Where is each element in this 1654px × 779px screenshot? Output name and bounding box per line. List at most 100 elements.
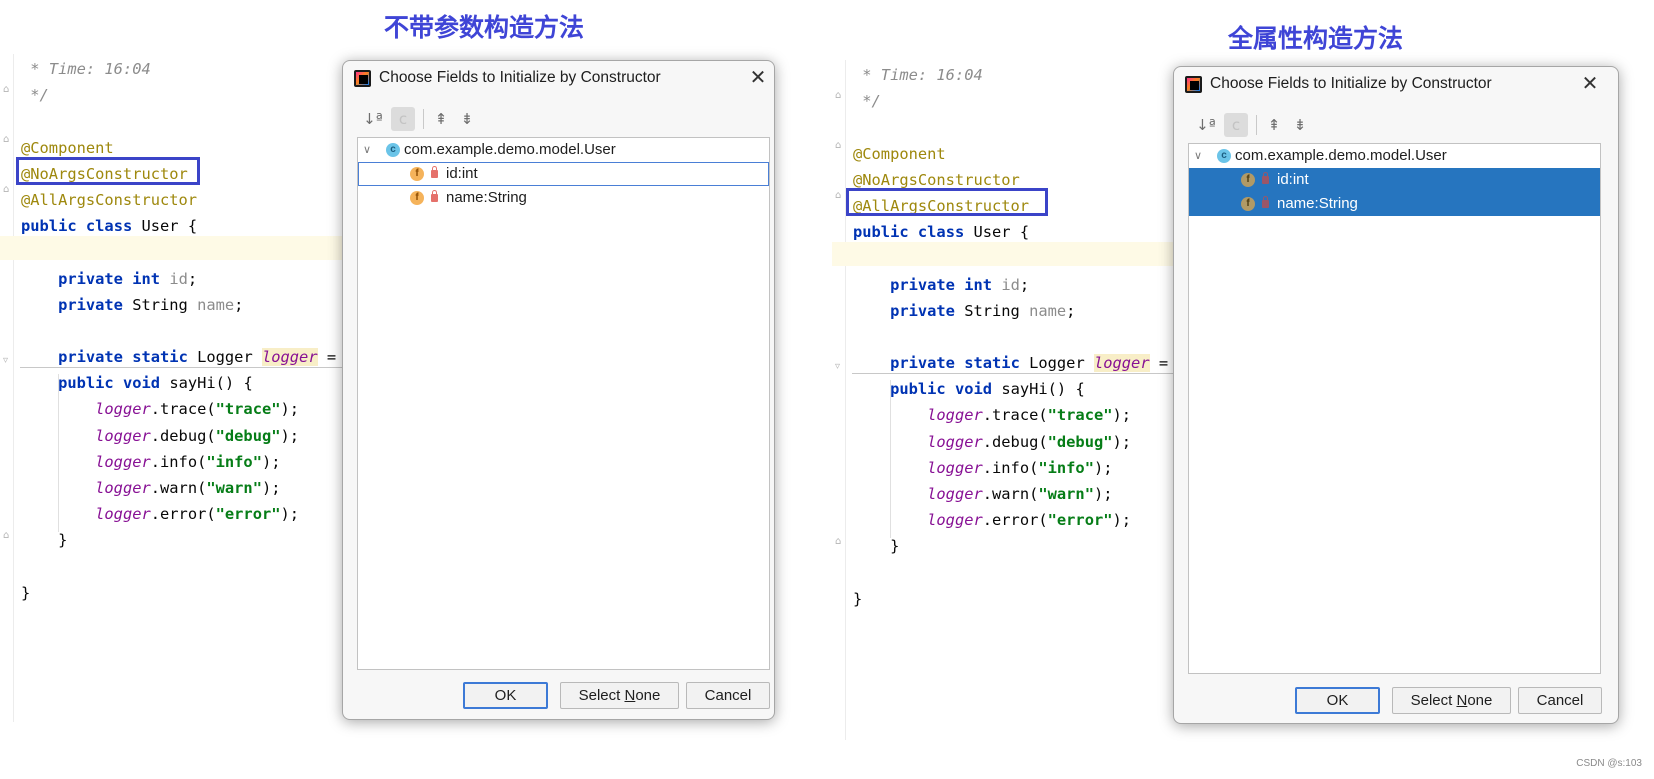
code-line: private int id; bbox=[853, 272, 1168, 298]
tree-row-class[interactable]: ∨ c com.example.demo.model.User bbox=[358, 138, 769, 162]
class-name: User { bbox=[132, 217, 198, 236]
punct: ; bbox=[1066, 301, 1076, 320]
method-sayhi: sayHi() { bbox=[992, 380, 1085, 399]
collapse-all-icon[interactable]: ⇟ bbox=[457, 107, 477, 131]
punct: ); bbox=[280, 505, 300, 524]
call: .trace( bbox=[982, 406, 1048, 425]
string-literal: "error" bbox=[1047, 511, 1113, 530]
punct: ); bbox=[1112, 406, 1132, 425]
keyword: int bbox=[132, 269, 161, 288]
field-id: id bbox=[169, 269, 188, 288]
fold-icon[interactable]: ⌂ bbox=[3, 184, 13, 196]
close-icon[interactable]: ✕ bbox=[1579, 72, 1601, 94]
brace: } bbox=[853, 589, 863, 608]
logger-var: logger bbox=[95, 505, 151, 524]
logger-var: logger bbox=[95, 426, 151, 445]
private-lock-icon bbox=[1262, 172, 1269, 184]
code-line: private String name; bbox=[21, 292, 336, 318]
expand-all-icon[interactable]: ⇞ bbox=[1264, 113, 1284, 137]
caption-no-args: 不带参数构造方法 bbox=[384, 13, 585, 42]
fields-tree[interactable]: ∨ c com.example.demo.model.User f id:int… bbox=[1188, 143, 1601, 674]
field-name: name bbox=[197, 295, 235, 314]
code-line: private static Logger logger = bbox=[21, 344, 336, 370]
code-line: public class User { bbox=[853, 219, 1168, 245]
chevron-down-icon[interactable]: ∨ bbox=[363, 138, 375, 162]
tree-row-field-id[interactable]: f id:int bbox=[358, 162, 769, 186]
keyword: private bbox=[58, 348, 123, 367]
call: .debug( bbox=[982, 432, 1048, 451]
code-line: private String name; bbox=[853, 298, 1168, 324]
ok-button[interactable]: OK bbox=[463, 682, 548, 709]
fields-tree[interactable]: ∨ c com.example.demo.model.User f id:int… bbox=[357, 137, 770, 670]
watermark: CSDN @s:103 bbox=[1576, 758, 1642, 769]
call: .error( bbox=[982, 511, 1048, 530]
close-icon[interactable]: ✕ bbox=[747, 66, 769, 88]
punct: ); bbox=[1112, 511, 1132, 530]
collapse-all-icon[interactable]: ⇟ bbox=[1290, 113, 1310, 137]
keyword: class bbox=[85, 217, 133, 236]
field-label: id:int bbox=[1277, 171, 1309, 188]
type-logger: Logger bbox=[1019, 354, 1094, 373]
logger-var: logger bbox=[261, 348, 318, 367]
sort-alpha-icon[interactable]: ↓ª bbox=[1196, 113, 1216, 137]
code-line: public class User { bbox=[21, 213, 336, 239]
code-line: private static Logger logger = bbox=[853, 350, 1168, 376]
fold-icon[interactable]: ⌂ bbox=[3, 134, 13, 146]
logger-var: logger bbox=[927, 406, 983, 425]
editor-gutter bbox=[832, 60, 846, 740]
code-line: logger.info("info"); bbox=[21, 449, 336, 475]
show-classes-toggle-icon[interactable]: c bbox=[1224, 113, 1248, 137]
show-classes-toggle-icon[interactable]: c bbox=[391, 107, 415, 131]
fold-icon[interactable]: ⌂ bbox=[835, 140, 845, 152]
code-line: * Time: 16:04 bbox=[21, 56, 336, 82]
cancel-button[interactable]: Cancel bbox=[686, 682, 770, 709]
string-literal: "error" bbox=[215, 505, 281, 524]
code-block[interactable]: * Time: 16:04 */ @Component @NoArgsConst… bbox=[21, 56, 336, 606]
fold-icon[interactable]: ⌂ bbox=[3, 530, 13, 542]
expand-all-icon[interactable]: ⇞ bbox=[431, 107, 451, 131]
string-literal: "debug" bbox=[1047, 432, 1113, 451]
select-none-button[interactable]: Select None bbox=[560, 682, 679, 709]
fold-icon[interactable]: ▿ bbox=[835, 361, 845, 373]
string-literal: "info" bbox=[1038, 458, 1094, 477]
call: .info( bbox=[982, 458, 1039, 477]
tree-row-field-name[interactable]: f name:String bbox=[1189, 192, 1600, 216]
fold-icon[interactable]: ▿ bbox=[3, 355, 13, 367]
fold-icon[interactable]: ⌂ bbox=[3, 84, 13, 96]
fold-icon[interactable]: ⌂ bbox=[835, 536, 845, 548]
code-line: public void sayHi() { bbox=[21, 370, 336, 396]
chevron-down-icon[interactable]: ∨ bbox=[1194, 144, 1206, 168]
punct: ); bbox=[280, 400, 300, 419]
sort-alpha-icon[interactable]: ↓ª bbox=[363, 107, 383, 131]
field-icon: f bbox=[1241, 197, 1255, 211]
code-line: logger.error("error"); bbox=[21, 501, 336, 527]
code-line: logger.error("error"); bbox=[853, 507, 1168, 533]
field-label: name:String bbox=[446, 189, 527, 206]
button-label: Select bbox=[1410, 692, 1457, 709]
fold-icon[interactable]: ⌂ bbox=[835, 190, 845, 202]
keyword: void bbox=[122, 374, 161, 393]
code-line: } bbox=[21, 527, 336, 553]
code-block[interactable]: * Time: 16:04 */ @Component @NoArgsConst… bbox=[853, 62, 1168, 612]
keyword: private bbox=[58, 295, 123, 314]
tree-row-field-id[interactable]: f id:int bbox=[1189, 168, 1600, 192]
fold-icon[interactable]: ⌂ bbox=[835, 90, 845, 102]
ok-button[interactable]: OK bbox=[1295, 687, 1380, 714]
tree-row-field-name[interactable]: f name:String bbox=[358, 186, 769, 210]
keyword: static bbox=[132, 348, 188, 367]
tree-row-class[interactable]: ∨ c com.example.demo.model.User bbox=[1189, 144, 1600, 168]
cancel-button[interactable]: Cancel bbox=[1518, 687, 1602, 714]
select-none-button[interactable]: Select None bbox=[1392, 687, 1511, 714]
class-label: com.example.demo.model.User bbox=[404, 141, 616, 158]
logger-var: logger bbox=[95, 479, 151, 497]
string-literal: "trace" bbox=[215, 400, 281, 419]
punct: ); bbox=[261, 479, 281, 497]
intellij-logo-icon bbox=[1185, 76, 1202, 93]
button-label: one bbox=[1467, 692, 1493, 709]
punct: ; bbox=[234, 295, 244, 314]
